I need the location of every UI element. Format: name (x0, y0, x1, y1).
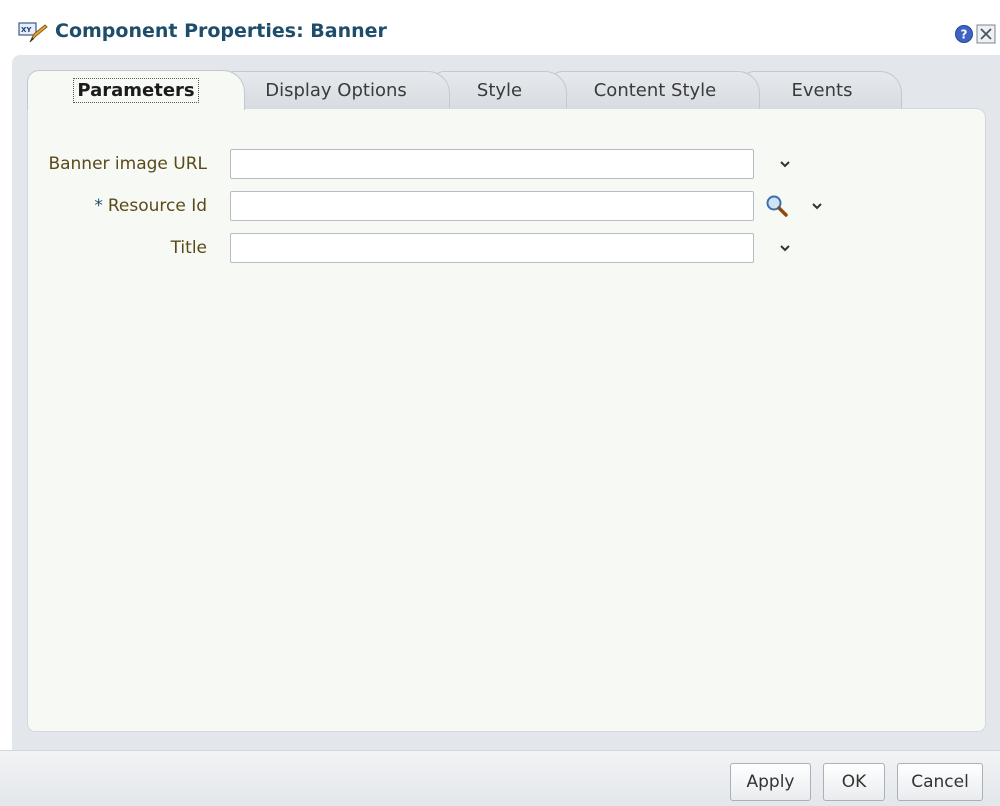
tab-label: Content Style (593, 80, 717, 101)
dialog-titlebar: XY Component Properties: Banner ? (0, 0, 1000, 60)
ok-button[interactable]: OK (823, 763, 885, 801)
dialog-footer: Apply OK Cancel (0, 750, 1000, 806)
component-edit-icon: XY (18, 22, 48, 43)
chevron-down-icon[interactable] (778, 157, 792, 171)
tab-parameters[interactable]: Parameters (27, 70, 245, 110)
search-icon[interactable] (765, 194, 789, 218)
chevron-down-icon[interactable] (778, 241, 792, 255)
tab-label: Style (476, 80, 523, 101)
tab-strip: Events Content Style Style Display Optio… (12, 55, 1000, 110)
form-row-title: Title (28, 233, 987, 265)
resource-id-label-text: Resource Id (107, 196, 207, 216)
required-indicator: * (94, 196, 103, 216)
dialog-title: Component Properties: Banner (55, 20, 387, 42)
form-row-resource-id: * Resource Id (28, 191, 987, 223)
tab-events[interactable]: Events (742, 71, 902, 109)
tab-style[interactable]: Style (432, 71, 567, 109)
help-icon[interactable]: ? (954, 24, 974, 44)
tab-label: Parameters (73, 78, 199, 103)
parameters-panel: Banner image URL * Resource Id Title (27, 108, 986, 732)
close-icon[interactable] (976, 24, 996, 44)
banner-image-url-input[interactable] (230, 149, 754, 179)
form-row-banner-image-url: Banner image URL (28, 149, 987, 181)
tab-content-style[interactable]: Content Style (550, 71, 760, 109)
cancel-button[interactable]: Cancel (897, 763, 983, 801)
tab-label: Events (791, 80, 853, 101)
title-input[interactable] (230, 233, 754, 263)
apply-button[interactable]: Apply (730, 763, 811, 801)
resource-id-input[interactable] (230, 191, 754, 221)
tab-display-options[interactable]: Display Options (222, 71, 450, 109)
svg-text:?: ? (961, 28, 968, 42)
banner-image-url-label: Banner image URL (48, 154, 207, 174)
tab-label: Display Options (265, 80, 407, 101)
chevron-down-icon[interactable] (810, 199, 824, 213)
title-label: Title (170, 238, 207, 258)
svg-text:XY: XY (21, 26, 32, 34)
resource-id-label: * Resource Id (94, 196, 207, 216)
